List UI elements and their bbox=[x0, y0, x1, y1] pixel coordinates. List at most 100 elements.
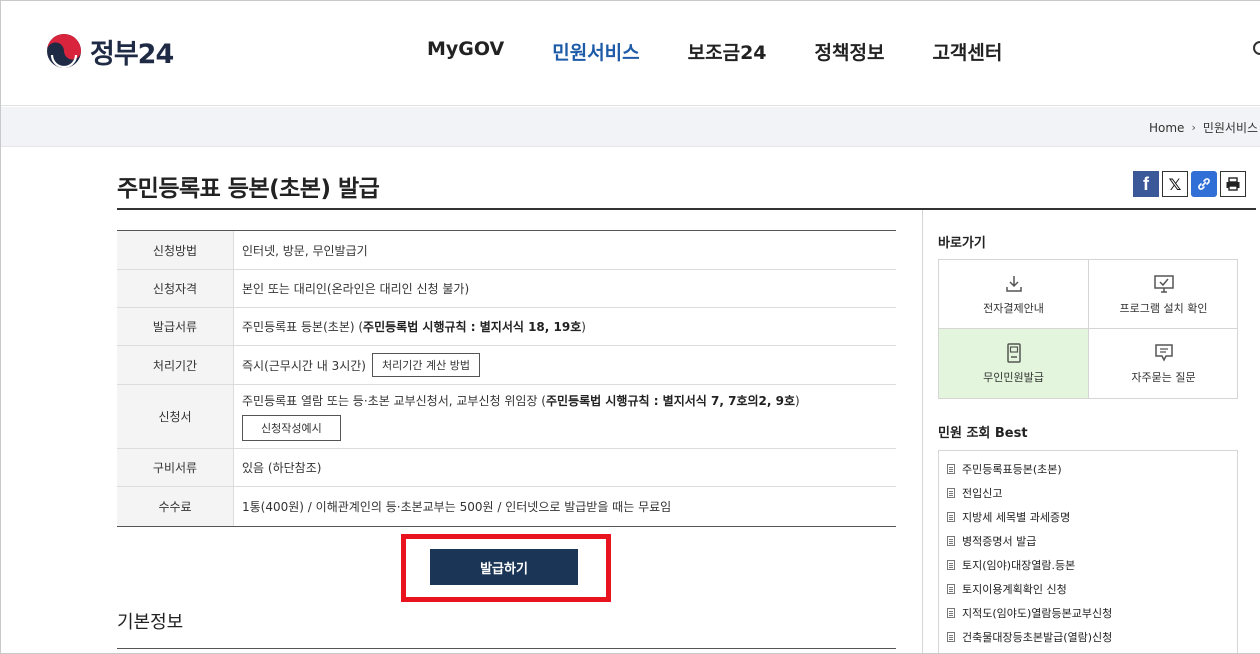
row-label: 신청방법 bbox=[117, 231, 233, 269]
list-item-label: 토지이용계획확인 신청 bbox=[962, 583, 1067, 596]
value-text-end: ) bbox=[581, 319, 586, 334]
list-item-label: 건축물대장등초본발급(열람)신청 bbox=[962, 631, 1113, 644]
quick-link-program-check[interactable]: 프로그램 설치 확인 bbox=[1089, 260, 1238, 329]
list-item-label: 토지(임야)대장열람.등본 bbox=[962, 559, 1076, 572]
document-icon bbox=[947, 584, 955, 594]
list-item-label: 병적증명서 발급 bbox=[962, 535, 1037, 548]
list-item-label: 전입신고 bbox=[962, 487, 1003, 500]
list-item[interactable]: 토지(임야)대장열람.등본 bbox=[939, 553, 1237, 577]
value-legal-ref: 주민등록법 시행규칙 : 별지서식 18, 19호 bbox=[363, 320, 582, 334]
quick-link-faq[interactable]: 자주묻는 질문 bbox=[1089, 329, 1238, 398]
nav-policy[interactable]: 정책정보 bbox=[815, 38, 885, 65]
issue-button[interactable]: 발급하기 bbox=[430, 549, 578, 585]
section-title-basic-info: 기본정보 bbox=[117, 612, 184, 633]
row-label: 처리기간 bbox=[117, 346, 233, 384]
nav-civil-service[interactable]: 민원서비스 bbox=[552, 38, 639, 65]
best-title: 민원 조회 Best bbox=[938, 426, 1028, 441]
monitor-icon bbox=[1153, 274, 1174, 293]
breadcrumb-home[interactable]: Home bbox=[1149, 121, 1184, 135]
list-item[interactable]: 주민등록표등본(초본) bbox=[939, 457, 1237, 481]
quick-link-label: 프로그램 설치 확인 bbox=[1119, 301, 1208, 315]
nav-mygov[interactable]: MyGOV bbox=[427, 38, 504, 65]
print-icon[interactable] bbox=[1220, 171, 1246, 197]
facebook-icon[interactable]: f bbox=[1133, 171, 1159, 197]
table-row: 처리기간 즉시(근무시간 내 3시간) 처리기간 계산 방법 bbox=[117, 346, 896, 385]
best-list: 주민등록표등본(초본) 전입신고 지방세 세목별 과세증명 병적증명서 발급 토… bbox=[938, 450, 1238, 653]
document-icon bbox=[947, 512, 955, 522]
list-item-label: 주민등록표등본(초본) bbox=[962, 463, 1062, 476]
application-example-button[interactable]: 신청작성예시 bbox=[242, 415, 341, 441]
list-item-label: 지방세 세목별 과세증명 bbox=[962, 511, 1071, 524]
value-text: 주민등록표 열람 또는 등·초본 교부신청서, 교부신청 위임장 ( bbox=[242, 394, 546, 408]
table-row: 신청방법 인터넷, 방문, 무인발급기 bbox=[117, 231, 896, 270]
section-divider bbox=[117, 648, 896, 649]
list-item[interactable]: 전입신고 bbox=[939, 481, 1237, 505]
table-row: 구비서류 있음 (하단참조) bbox=[117, 449, 896, 487]
table-row: 발급서류 주민등록표 등본(초본) (주민등록법 시행규칙 : 별지서식 18,… bbox=[117, 308, 896, 346]
page-title: 주민등록표 등본(초본) 발급 bbox=[117, 176, 380, 202]
row-label: 구비서류 bbox=[117, 449, 233, 486]
table-row: 신청서 주민등록표 열람 또는 등·초본 교부신청서, 교부신청 위임장 (주민… bbox=[117, 385, 896, 449]
quick-link-label: 자주묻는 질문 bbox=[1131, 371, 1196, 384]
site-header: 정부24 MyGOV 민원서비스 보조금24 정책정보 고객센터 bbox=[1, 1, 1260, 106]
x-icon[interactable]: 𝕏 bbox=[1162, 171, 1188, 197]
document-icon bbox=[947, 488, 955, 498]
quick-link-label: 전자결제안내 bbox=[983, 301, 1044, 315]
taegeuk-logo-icon bbox=[47, 34, 81, 69]
breadcrumb: Home › 민원서비스 bbox=[1149, 119, 1258, 136]
row-value: 주민등록표 등본(초본) (주민등록법 시행규칙 : 별지서식 18, 19호) bbox=[233, 308, 896, 345]
row-value: 주민등록표 열람 또는 등·초본 교부신청서, 교부신청 위임장 (주민등록법 … bbox=[233, 385, 896, 448]
chat-icon bbox=[1154, 344, 1173, 362]
value-legal-ref: 주민등록법 시행규칙 : 별지서식 7, 7호의2, 9호 bbox=[545, 394, 796, 408]
row-label: 수수료 bbox=[117, 487, 233, 526]
list-item[interactable]: 지방세 세목별 과세증명 bbox=[939, 505, 1237, 529]
main-nav: MyGOV 민원서비스 보조금24 정책정보 고객센터 bbox=[427, 38, 1050, 65]
row-value: 1통(400원) / 이해관계인의 등·초본교부는 500원 / 인터넷으로 발… bbox=[233, 487, 896, 526]
quick-links-grid: 전자결제안내 프로그램 설치 확인 무인민원발급 자주묻는 질문 bbox=[938, 259, 1238, 399]
quick-link-e-payment[interactable]: 전자결제안내 bbox=[939, 260, 1089, 329]
list-item[interactable]: 지적도(임야도)열람등본교부신청 bbox=[939, 601, 1237, 625]
site-logo[interactable]: 정부24 bbox=[46, 32, 174, 70]
chevron-right-icon: › bbox=[1191, 121, 1196, 134]
row-value: 즉시(근무시간 내 3시간) 처리기간 계산 방법 bbox=[233, 346, 896, 384]
value-text-end: ) bbox=[795, 394, 800, 408]
list-item-label: 지적도(임야도)열람등본교부신청 bbox=[962, 607, 1113, 620]
processing-time-calc-button[interactable]: 처리기간 계산 방법 bbox=[372, 353, 480, 377]
title-divider bbox=[117, 208, 1256, 210]
row-label: 발급서류 bbox=[117, 308, 233, 345]
document-icon bbox=[947, 560, 955, 570]
row-value: 있음 (하단참조) bbox=[233, 449, 896, 486]
row-label: 신청자격 bbox=[117, 270, 233, 307]
value-text: 즉시(근무시간 내 3시간) bbox=[242, 358, 366, 373]
download-icon bbox=[1005, 275, 1022, 292]
row-value: 본인 또는 대리인(온라인은 대리인 신청 불가) bbox=[233, 270, 896, 307]
share-toolbar: f 𝕏 bbox=[1133, 171, 1246, 197]
row-label: 신청서 bbox=[117, 385, 233, 448]
quick-links-title: 바로가기 bbox=[938, 236, 986, 251]
logo-text: 정부24 bbox=[90, 38, 174, 70]
value-line: 주민등록표 열람 또는 등·초본 교부신청서, 교부신청 위임장 (주민등록법 … bbox=[242, 392, 800, 409]
nav-subsidy[interactable]: 보조금24 bbox=[688, 38, 767, 65]
document-icon bbox=[947, 464, 955, 474]
list-item[interactable]: 토지이용계획확인 신청 bbox=[939, 577, 1237, 601]
kiosk-icon bbox=[1006, 343, 1021, 363]
link-icon[interactable] bbox=[1191, 171, 1217, 197]
list-item[interactable]: 병적증명서 발급 bbox=[939, 529, 1237, 553]
breadcrumb-current[interactable]: 민원서비스 bbox=[1203, 119, 1258, 136]
table-row: 신청자격 본인 또는 대리인(온라인은 대리인 신청 불가) bbox=[117, 270, 896, 308]
quick-link-kiosk[interactable]: 무인민원발급 bbox=[939, 329, 1089, 398]
value-text: 주민등록표 등본(초본) ( bbox=[242, 320, 364, 334]
row-value: 인터넷, 방문, 무인발급기 bbox=[233, 231, 896, 269]
nav-customer-center[interactable]: 고객센터 bbox=[932, 38, 1002, 65]
service-info-table: 신청방법 인터넷, 방문, 무인발급기 신청자격 본인 또는 대리인(온라인은 … bbox=[117, 230, 896, 527]
quick-link-label: 무인민원발급 bbox=[983, 371, 1044, 384]
sidebar-divider bbox=[922, 210, 923, 653]
page-frame: 정부24 MyGOV 민원서비스 보조금24 정책정보 고객센터 Home › … bbox=[0, 0, 1260, 654]
table-row: 수수료 1통(400원) / 이해관계인의 등·초본교부는 500원 / 인터넷… bbox=[117, 487, 896, 526]
search-icon[interactable] bbox=[1253, 41, 1260, 55]
breadcrumb-bar: Home › 민원서비스 bbox=[1, 107, 1260, 147]
document-icon bbox=[947, 536, 955, 546]
document-icon bbox=[947, 608, 955, 618]
list-item[interactable]: 건축물대장등초본발급(열람)신청 bbox=[939, 625, 1237, 649]
document-icon bbox=[947, 632, 955, 642]
